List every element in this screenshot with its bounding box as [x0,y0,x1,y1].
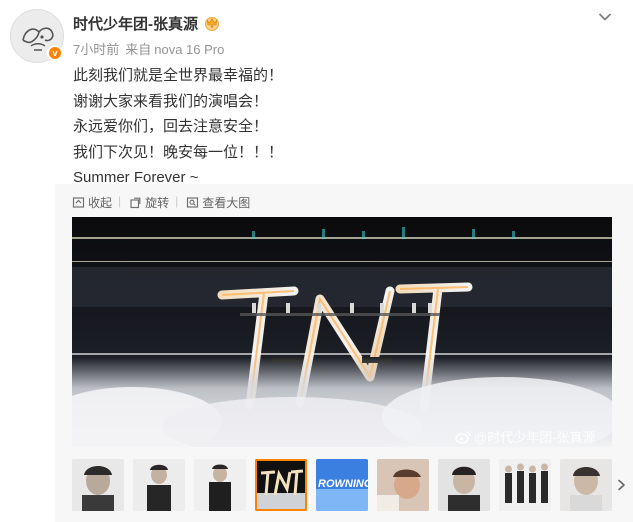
watermark: @时代少年团-张真源 [455,427,596,446]
weibo-logo-icon [455,430,471,444]
collapse-label: 收起 [88,196,113,210]
post-line: 永远爱你们，回去注意安全！ [73,118,269,135]
thumbnail[interactable] [377,459,429,511]
post-line: 我们下次见！晚安每一位！！！ [73,143,284,161]
post-time[interactable]: 7小时前 [73,42,119,57]
media-toolbar: 收起 | 旋转 | 查看大图 [72,194,250,211]
thumbnail[interactable] [438,459,490,511]
post-line: 此刻我们就是全世界最幸福的！ [73,67,284,84]
crown-badge-icon[interactable] [203,14,221,31]
verified-badge-icon: v [47,45,63,61]
post-meta: 7小时前 来自 nova 16 Pro [73,39,230,58]
rotate-label: 旋转 [145,196,170,210]
thumbnail-text: ROWNING [318,478,368,490]
divider: | [118,194,122,208]
watermark-text: @时代少年团-张真源 [474,430,596,445]
rotate-button[interactable]: 旋转 [129,194,169,211]
collapse-button[interactable]: 收起 [72,194,112,211]
thumbnail[interactable] [133,459,185,511]
chevron-down-icon[interactable] [596,8,614,26]
view-large-button[interactable]: 查看大图 [186,194,250,211]
magnify-icon [187,197,199,208]
concert-stage-image [72,217,612,447]
view-large-label: 查看大图 [202,196,251,210]
thumbnail[interactable]: ROWNING [316,459,368,511]
source-prefix: 来自 [125,42,152,57]
divider: | [175,194,179,208]
weibo-post: v 时代少年团-张真源 7小时前 来自 nova 16 Pro 此刻我们就是全世界最… [0,0,633,522]
thumbnail[interactable] [194,459,246,511]
post-line: 谢谢大家来看我们的演唱会！ [73,92,269,110]
thumbnail-active[interactable] [255,459,307,511]
chevron-right-icon[interactable] [614,477,628,493]
collapse-icon [72,197,85,208]
source-device: nova 16 Pro [154,42,225,57]
thumbnail-strip: ROWNING [72,459,612,511]
author-name[interactable]: 时代少年团-张真源 [73,13,198,34]
thumbnail[interactable] [560,459,612,511]
post-text: 此刻我们就是全世界最幸福的！ 谢谢大家来看我们的演唱会！ 永远爱你们，回去注意安… [73,63,283,191]
thumbnail[interactable] [72,459,124,511]
rotate-icon [130,197,141,209]
main-image[interactable] [72,217,612,447]
thumbnail[interactable] [499,459,551,511]
